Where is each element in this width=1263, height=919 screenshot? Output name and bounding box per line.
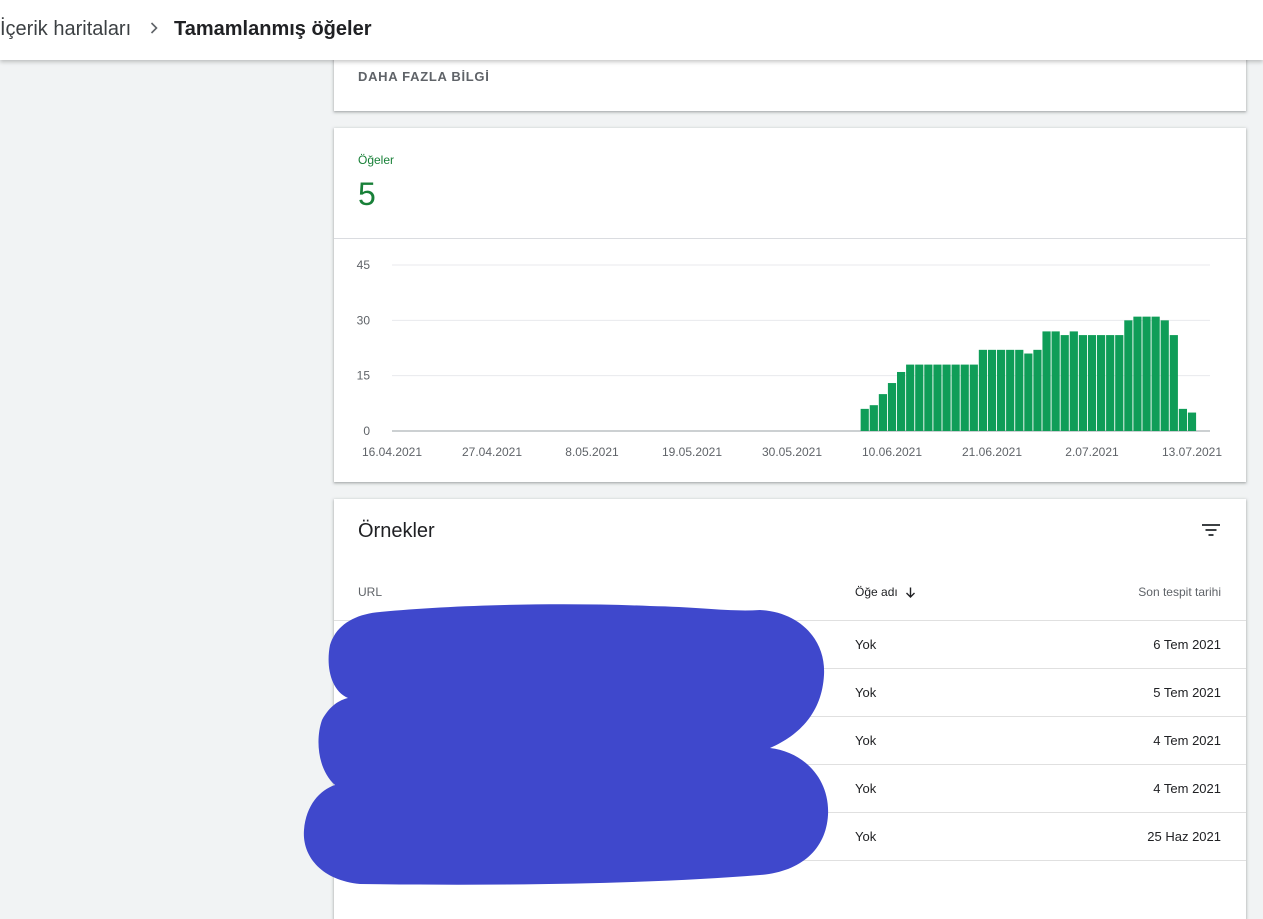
chart-bar[interactable] (942, 364, 951, 431)
table-row[interactable]: Yok 25 Haz 2021 (334, 812, 1246, 861)
items-chart-card: Öğeler 5 0 15 30 45 16.04.2021 27.04.2021 8.05… (334, 128, 1246, 482)
last-detected-cell: 5 Tem 2021 (1153, 685, 1221, 700)
chart-bar[interactable] (860, 408, 869, 431)
chart-bar[interactable] (1069, 331, 1078, 431)
chart-bar[interactable] (1160, 320, 1169, 431)
chart-bar[interactable] (1006, 349, 1015, 431)
top-app-bar: İçerik haritaları Tamamlanmış öğeler (0, 0, 1263, 60)
chart-bar[interactable] (978, 349, 987, 431)
x-tick-label: 21.06.2021 (962, 445, 1022, 459)
x-tick-label: 10.06.2021 (862, 445, 922, 459)
last-detected-cell: 25 Haz 2021 (1147, 829, 1221, 844)
chart-bar[interactable] (1124, 320, 1133, 431)
chart-bar[interactable] (1133, 316, 1142, 431)
chart-bar[interactable] (924, 364, 933, 431)
chart-bar[interactable] (1169, 335, 1178, 431)
chevron-right-icon (150, 22, 158, 34)
chart-bar[interactable] (1097, 335, 1106, 431)
x-tick-label: 8.05.2021 (565, 445, 619, 459)
last-detected-cell: 6 Tem 2021 (1153, 637, 1221, 652)
chart-bar[interactable] (969, 364, 978, 431)
column-header-last-detected[interactable]: Son tespit tarihi (1138, 585, 1221, 599)
chart-bar[interactable] (887, 383, 897, 431)
column-header-item-name[interactable]: Öğe adı (855, 585, 917, 599)
chart-bar[interactable] (1187, 412, 1197, 431)
filter-icon[interactable] (1200, 519, 1222, 541)
y-tick-label: 15 (357, 369, 371, 383)
chart-bar[interactable] (1078, 335, 1087, 431)
examples-card: Örnekler URL Öğe adı Son tespit tarihi Y… (334, 499, 1246, 919)
chart-bar[interactable] (878, 394, 887, 431)
chart-bar[interactable] (951, 364, 960, 431)
last-detected-cell: 4 Tem 2021 (1153, 781, 1221, 796)
chart-bar[interactable] (1178, 408, 1187, 431)
chart-bar[interactable] (1015, 349, 1024, 431)
chart-bar[interactable] (1051, 331, 1060, 431)
item-name-cell: Yok (855, 829, 877, 844)
item-name-cell: Yok (855, 733, 877, 748)
arrow-down-icon (905, 587, 915, 598)
x-tick-label: 19.05.2021 (662, 445, 722, 459)
chart-bar[interactable] (1033, 349, 1042, 431)
chart-bar[interactable] (906, 364, 915, 431)
chart-bar[interactable] (1087, 335, 1097, 431)
x-tick-label: 16.04.2021 (362, 445, 422, 459)
x-tick-label: 2.07.2021 (1065, 445, 1119, 459)
item-name-cell: Yok (855, 685, 877, 700)
item-name-cell: Yok (855, 637, 877, 652)
chart-bar[interactable] (1151, 316, 1160, 431)
x-tick-label: 27.04.2021 (462, 445, 522, 459)
chart-bar[interactable] (1115, 335, 1124, 431)
breadcrumb-parent-link[interactable]: İçerik haritaları (0, 16, 131, 42)
chart-bar[interactable] (1024, 353, 1033, 431)
chart-bar[interactable] (933, 364, 942, 431)
table-row[interactable]: Yok 4 Tem 2021 (334, 716, 1246, 765)
items-bar-chart: 0 15 30 45 16.04.2021 27.04.2021 8.05.2021 19.0… (357, 258, 1223, 459)
metric-value: 5 (358, 176, 376, 212)
page-title: Tamamlanmış öğeler (174, 18, 372, 40)
x-tick-label: 30.05.2021 (762, 445, 822, 459)
chart-bar[interactable] (897, 371, 906, 431)
last-detected-cell: 4 Tem 2021 (1153, 733, 1221, 748)
table-row[interactable]: Yok 4 Tem 2021 (334, 764, 1246, 813)
column-header-item-name-label: Öğe adı (855, 585, 898, 599)
examples-title: Örnekler (358, 520, 435, 542)
x-tick-label: 13.07.2021 (1162, 445, 1222, 459)
chart-bar[interactable] (915, 364, 924, 431)
chart-bar[interactable] (869, 405, 878, 431)
chart-bar[interactable] (987, 349, 997, 431)
chart-bar[interactable] (1060, 335, 1069, 431)
metric-label: Öğeler (358, 153, 395, 167)
chart-bar[interactable] (1142, 316, 1151, 431)
table-row[interactable]: Yok 5 Tem 2021 (334, 668, 1246, 717)
y-tick-label: 0 (363, 424, 370, 438)
item-name-cell: Yok (855, 781, 877, 796)
chart-bar[interactable] (1042, 331, 1051, 431)
y-tick-label: 45 (357, 258, 371, 272)
y-tick-label: 30 (357, 313, 371, 327)
chart-bar[interactable] (1106, 335, 1115, 431)
more-info-link[interactable]: DAHA FAZLA BİLGİ (358, 69, 490, 84)
chart-bar[interactable] (960, 364, 969, 431)
table-row[interactable]: Yok 6 Tem 2021 (334, 620, 1246, 669)
chart-bar[interactable] (997, 349, 1006, 431)
column-header-url: URL (358, 585, 383, 599)
